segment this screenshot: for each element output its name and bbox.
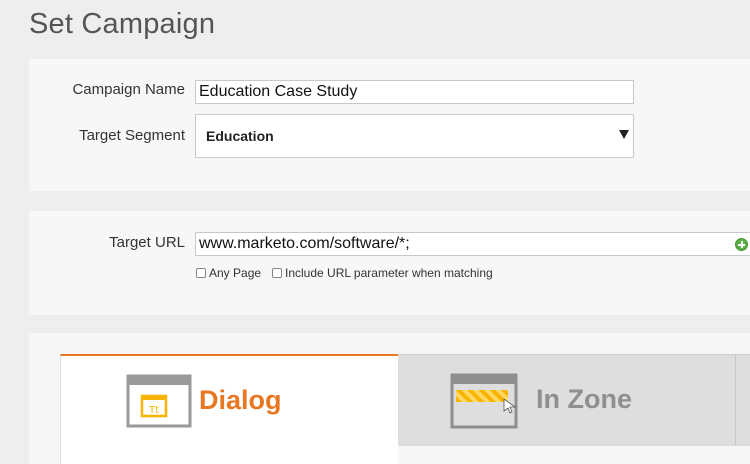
include-url-param-label: Include URL parameter when matching xyxy=(285,266,493,280)
tab-in-zone[interactable]: In Zone xyxy=(398,354,736,446)
include-url-param-checkbox[interactable] xyxy=(272,268,282,278)
add-url-icon[interactable] xyxy=(735,238,748,251)
any-page-checkbox[interactable] xyxy=(196,268,206,278)
any-page-option[interactable]: Any Page xyxy=(196,266,261,280)
target-url-panel xyxy=(29,211,750,315)
page-title: Set Campaign xyxy=(29,8,216,40)
target-url-input[interactable]: www.marketo.com/software/*; xyxy=(195,232,750,256)
campaign-name-input[interactable]: Education Case Study xyxy=(195,80,634,104)
dialog-icon-text: Tt xyxy=(148,405,159,416)
dialog-window-icon: Tt xyxy=(126,374,192,428)
target-segment-label: Target Segment xyxy=(79,127,185,144)
include-url-param-option[interactable]: Include URL parameter when matching xyxy=(272,266,493,280)
dropdown-arrow-icon xyxy=(619,130,629,139)
campaign-name-label: Campaign Name xyxy=(72,81,185,98)
tab-dialog[interactable]: Tt Dialog xyxy=(60,354,398,464)
target-segment-select[interactable]: Education xyxy=(195,114,634,158)
tab-next-partial[interactable] xyxy=(736,354,750,446)
tab-dialog-label: Dialog xyxy=(199,385,282,415)
in-zone-window-icon xyxy=(450,373,518,429)
any-page-label: Any Page xyxy=(209,266,262,280)
tab-in-zone-label: In Zone xyxy=(536,384,632,414)
target-segment-value: Education xyxy=(206,128,274,144)
target-url-label: Target URL xyxy=(109,234,185,251)
